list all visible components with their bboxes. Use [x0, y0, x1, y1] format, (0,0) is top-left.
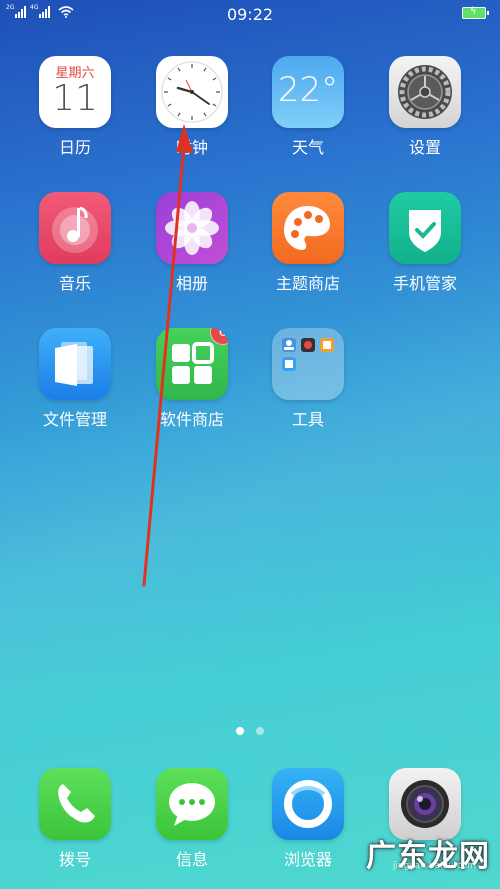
- app-browser[interactable]: 浏览器: [253, 768, 363, 870]
- app-label: 日历: [58, 138, 91, 157]
- app-label: 设置: [408, 138, 441, 157]
- app-dialer[interactable]: 拨号: [20, 768, 130, 870]
- folder-tools[interactable]: 工具: [253, 328, 363, 430]
- phone-handset-icon: [39, 768, 111, 840]
- calendar-icon: 星期六 11: [39, 56, 111, 128]
- status-time: 09:22: [226, 5, 274, 24]
- palette-icon: [272, 192, 344, 264]
- app-calendar[interactable]: 星期六 11 日历: [20, 56, 130, 158]
- page-dot[interactable]: [256, 727, 264, 735]
- app-label: 天气: [291, 138, 324, 157]
- calendar-day: 11: [52, 78, 98, 119]
- app-theme-store[interactable]: 主题商店: [253, 192, 363, 294]
- app-label: 拨号: [58, 850, 91, 869]
- app-label: 主题商店: [275, 274, 340, 293]
- app-label: 文件管理: [42, 410, 107, 429]
- music-note-icon: [39, 192, 111, 264]
- app-clock[interactable]: 时钟: [137, 56, 247, 158]
- page-indicator: [0, 727, 500, 735]
- watermark-sub: jingyan.baidu.com: [392, 861, 476, 871]
- app-label: 浏览器: [283, 850, 332, 869]
- tools-folder-icon: [272, 328, 344, 400]
- app-music[interactable]: 音乐: [20, 192, 130, 294]
- app-phone-manager[interactable]: 手机管家: [370, 192, 480, 294]
- folder-pages-icon: [39, 328, 111, 400]
- app-messages[interactable]: 信息: [137, 768, 247, 870]
- app-store[interactable]: 6 软件商店: [137, 328, 247, 430]
- app-gallery[interactable]: 相册: [137, 192, 247, 294]
- app-label: 工具: [291, 410, 324, 429]
- app-weather[interactable]: 22° 天气: [253, 56, 363, 158]
- app-label: 时钟: [175, 138, 208, 157]
- app-label: 手机管家: [392, 274, 457, 293]
- battery-icon: ϟ: [462, 6, 489, 19]
- shield-check-icon: [389, 192, 461, 264]
- weather-temp: 22°: [277, 70, 339, 110]
- chat-bubble-icon: [156, 768, 228, 840]
- browser-ring-icon: [272, 768, 344, 840]
- camera-lens-icon: [389, 768, 461, 840]
- app-label: 相册: [175, 274, 208, 293]
- clock-icon: [156, 56, 228, 128]
- flower-icon: [156, 192, 228, 264]
- app-settings[interactable]: 设置: [370, 56, 480, 158]
- page-dot-active[interactable]: [236, 727, 244, 735]
- app-label: 音乐: [58, 274, 91, 293]
- gear-icon: [389, 56, 461, 128]
- status-bar: 2G 4G 09:22 ϟ: [0, 0, 500, 28]
- app-file-manager[interactable]: 文件管理: [20, 328, 130, 430]
- weather-icon: 22°: [272, 56, 344, 128]
- grid-apps-icon: 6: [156, 328, 228, 400]
- app-label: 信息: [175, 850, 208, 869]
- app-label: 软件商店: [159, 410, 224, 429]
